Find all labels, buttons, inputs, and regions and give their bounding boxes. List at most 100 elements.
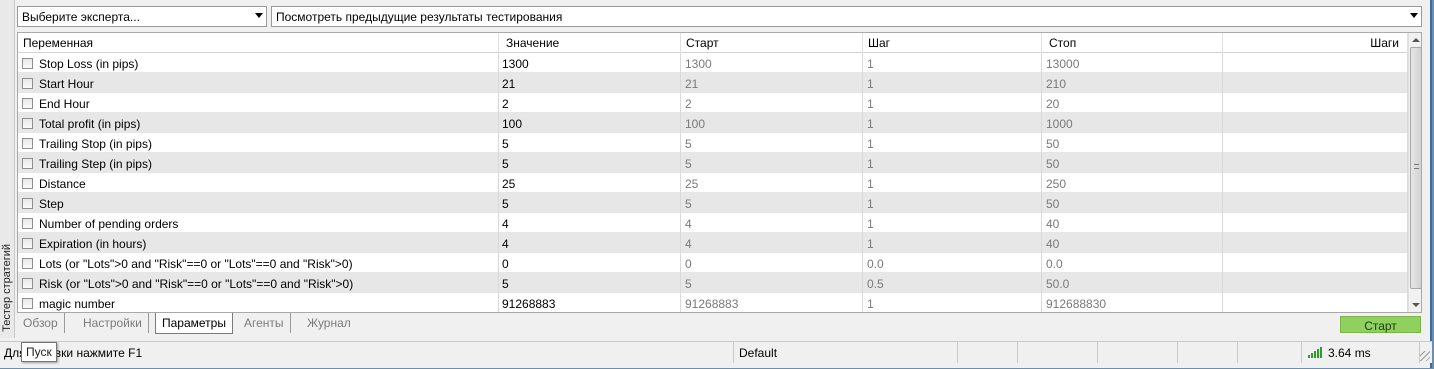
cell-value[interactable]: 1300 <box>499 53 681 73</box>
cell-steps[interactable] <box>1223 213 1408 233</box>
cell-stop[interactable]: 0.0 <box>1042 253 1223 273</box>
cell-stop[interactable]: 210 <box>1042 73 1223 93</box>
cell-start[interactable]: 5 <box>681 193 863 213</box>
cell-step[interactable]: 1 <box>863 153 1042 173</box>
cell-stop[interactable]: 50 <box>1042 193 1223 213</box>
optimize-checkbox[interactable] <box>22 178 33 189</box>
cell-step[interactable]: 1 <box>863 193 1042 213</box>
cell-stop[interactable]: 1000 <box>1042 113 1223 133</box>
column-header-start[interactable]: Старт <box>681 33 863 53</box>
cell-value[interactable]: 0 <box>499 253 681 273</box>
resize-grip-icon[interactable] <box>1420 351 1430 361</box>
optimize-checkbox[interactable] <box>22 78 33 89</box>
cell-value[interactable]: 91268883 <box>499 293 681 312</box>
previous-results-select[interactable]: Посмотреть предыдущие результаты тестиро… <box>271 6 1422 27</box>
cell-step[interactable]: 1 <box>863 233 1042 253</box>
optimize-checkbox[interactable] <box>22 258 33 269</box>
scroll-up-icon[interactable] <box>1412 38 1420 42</box>
cell-steps[interactable] <box>1223 273 1408 293</box>
column-header-step[interactable]: Шаг <box>863 33 1042 53</box>
tab-journal[interactable]: Журнал <box>301 313 357 333</box>
optimize-checkbox[interactable] <box>22 158 33 169</box>
cell-steps[interactable] <box>1223 173 1408 193</box>
table-row[interactable]: Trailing Step (in pips) 5 5 1 50 <box>18 153 1408 173</box>
cell-step[interactable]: 1 <box>863 213 1042 233</box>
expert-select[interactable]: Выберите эксперта... <box>17 6 267 27</box>
cell-value[interactable]: 5 <box>499 273 681 293</box>
cell-start[interactable]: 100 <box>681 113 863 133</box>
table-row[interactable]: Risk (or "Lots">0 and "Risk"==0 or "Lots… <box>18 273 1408 293</box>
table-row[interactable]: Stop Loss (in pips) 1300 1300 1 13000 <box>18 53 1408 73</box>
cell-start[interactable]: 5 <box>681 153 863 173</box>
cell-steps[interactable] <box>1223 153 1408 173</box>
table-row[interactable]: Trailing Stop (in pips) 5 5 1 50 <box>18 133 1408 153</box>
optimize-checkbox[interactable] <box>22 278 33 289</box>
column-header-value[interactable]: Значение <box>499 33 681 53</box>
cell-start[interactable]: 21 <box>681 73 863 93</box>
table-row[interactable]: Lots (or "Lots">0 and "Risk"==0 or "Lots… <box>18 253 1408 273</box>
scroll-down-icon[interactable] <box>1412 303 1420 307</box>
cell-stop[interactable]: 40 <box>1042 233 1223 253</box>
vertical-scrollbar[interactable] <box>1408 33 1421 312</box>
cell-value[interactable]: 4 <box>499 213 681 233</box>
tab-parameters[interactable]: Параметры <box>155 313 233 334</box>
cell-stop[interactable]: 50 <box>1042 153 1223 173</box>
cell-value[interactable]: 5 <box>499 153 681 173</box>
table-row[interactable]: magic number 91268883 91268883 1 912688830 <box>18 293 1408 312</box>
cell-value[interactable]: 21 <box>499 73 681 93</box>
cell-step[interactable]: 1 <box>863 113 1042 133</box>
cell-steps[interactable] <box>1223 133 1408 153</box>
tab-settings[interactable]: Настройки <box>77 313 149 333</box>
cell-step[interactable]: 1 <box>863 53 1042 73</box>
cell-steps[interactable] <box>1223 53 1408 73</box>
cell-step[interactable]: 1 <box>863 133 1042 153</box>
cell-steps[interactable] <box>1223 253 1408 273</box>
cell-start[interactable]: 5 <box>681 273 863 293</box>
cell-stop[interactable]: 40 <box>1042 213 1223 233</box>
table-row[interactable]: Start Hour 21 21 1 210 <box>18 73 1408 93</box>
cell-stop[interactable]: 250 <box>1042 173 1223 193</box>
cell-start[interactable]: 1300 <box>681 53 863 73</box>
cell-steps[interactable] <box>1223 293 1408 312</box>
cell-start[interactable]: 2 <box>681 93 863 113</box>
cell-value[interactable]: 4 <box>499 233 681 253</box>
table-row[interactable]: Total profit (in pips) 100 100 1 1000 <box>18 113 1408 133</box>
optimize-checkbox[interactable] <box>22 238 33 249</box>
cell-stop[interactable]: 20 <box>1042 93 1223 113</box>
cell-steps[interactable] <box>1223 93 1408 113</box>
cell-step[interactable]: 0.0 <box>863 253 1042 273</box>
table-row[interactable]: Number of pending orders 4 4 1 40 <box>18 213 1408 233</box>
tab-overview[interactable]: Обзор <box>17 313 65 333</box>
cell-steps[interactable] <box>1223 193 1408 213</box>
cell-start[interactable]: 0 <box>681 253 863 273</box>
cell-step[interactable]: 0.5 <box>863 273 1042 293</box>
cell-step[interactable]: 1 <box>863 173 1042 193</box>
cell-value[interactable]: 100 <box>499 113 681 133</box>
optimize-checkbox[interactable] <box>22 298 33 309</box>
optimize-checkbox[interactable] <box>22 98 33 109</box>
cell-stop[interactable]: 50.0 <box>1042 273 1223 293</box>
cell-step[interactable]: 1 <box>863 293 1042 312</box>
optimize-checkbox[interactable] <box>22 218 33 229</box>
start-button[interactable]: Старт <box>1340 316 1421 333</box>
cell-start[interactable]: 4 <box>681 233 863 253</box>
table-row[interactable]: Step 5 5 1 50 <box>18 193 1408 213</box>
cell-value[interactable]: 5 <box>499 133 681 153</box>
optimize-checkbox[interactable] <box>22 118 33 129</box>
table-row[interactable]: Distance 25 25 1 250 <box>18 173 1408 193</box>
cell-steps[interactable] <box>1223 233 1408 253</box>
cell-start[interactable]: 25 <box>681 173 863 193</box>
scrollbar-thumb[interactable] <box>1410 47 1421 289</box>
table-row[interactable]: End Hour 2 2 1 20 <box>18 93 1408 113</box>
cell-value[interactable]: 5 <box>499 193 681 213</box>
cell-step[interactable]: 1 <box>863 93 1042 113</box>
cell-steps[interactable] <box>1223 73 1408 93</box>
cell-value[interactable]: 2 <box>499 93 681 113</box>
cell-stop[interactable]: 50 <box>1042 133 1223 153</box>
cell-start[interactable]: 4 <box>681 213 863 233</box>
cell-start[interactable]: 5 <box>681 133 863 153</box>
cell-step[interactable]: 1 <box>863 73 1042 93</box>
cell-steps[interactable] <box>1223 113 1408 133</box>
cell-start[interactable]: 91268883 <box>681 293 863 312</box>
table-row[interactable]: Expiration (in hours) 4 4 1 40 <box>18 233 1408 253</box>
